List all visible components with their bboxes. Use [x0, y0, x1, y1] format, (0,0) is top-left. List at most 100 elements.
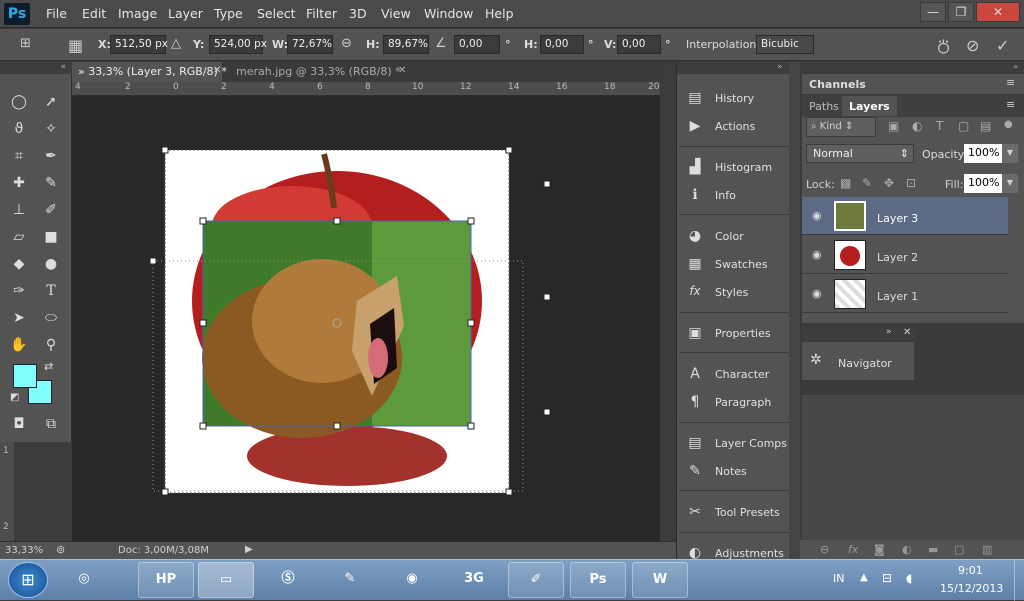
- menu-select[interactable]: Select: [257, 6, 296, 21]
- visibility-eye-icon[interactable]: ◉: [812, 287, 822, 300]
- menu-window[interactable]: Window: [424, 6, 473, 21]
- lock-position-icon[interactable]: ✥: [884, 176, 894, 190]
- pen-tool-icon[interactable]: ✑: [8, 281, 30, 301]
- dock-collapse-icon[interactable]: »: [677, 62, 801, 74]
- taskbar-firefox-icon[interactable]: ◉: [384, 562, 440, 598]
- link-layers-icon[interactable]: ⊖: [820, 543, 829, 556]
- vskew-field[interactable]: 0,00: [617, 35, 661, 54]
- clone-stamp-icon[interactable]: ⊥: [8, 200, 30, 220]
- hand-tool-icon[interactable]: ✋: [8, 335, 30, 355]
- blur-tool-icon[interactable]: ◆: [8, 254, 30, 274]
- visibility-eye-icon[interactable]: ◉: [812, 248, 822, 261]
- layer-name[interactable]: Layer 1: [877, 290, 918, 303]
- dock-notes[interactable]: ✎ Notes: [685, 461, 797, 483]
- filter-type-icon[interactable]: T: [936, 119, 943, 133]
- marquee-tool-icon[interactable]: ◯: [8, 92, 30, 112]
- canvas-area[interactable]: [72, 96, 660, 541]
- taskbar-3g-icon[interactable]: 3G: [446, 562, 502, 598]
- dock-swatches[interactable]: ▦ Swatches: [685, 254, 797, 276]
- menu-filter[interactable]: Filter: [306, 6, 337, 21]
- menu-help[interactable]: Help: [485, 6, 514, 21]
- volume-icon[interactable]: ◖: [906, 571, 912, 585]
- menu-file[interactable]: File: [46, 6, 67, 21]
- link-icon[interactable]: ⊖: [341, 36, 352, 51]
- zoom-level[interactable]: 33,33%: [5, 545, 43, 556]
- menu-edit[interactable]: Edit: [82, 6, 106, 21]
- tab-layers[interactable]: Layers: [842, 96, 897, 116]
- tab-paths[interactable]: Paths: [802, 96, 846, 116]
- history-brush-icon[interactable]: ✐: [40, 200, 62, 220]
- layer-row-layer2[interactable]: ◉ Layer 2: [802, 236, 1008, 274]
- new-layer-icon[interactable]: ▢: [954, 543, 964, 556]
- layer-name[interactable]: Layer 2: [877, 251, 918, 264]
- tab-layer3-document[interactable]: » 33,3% (Layer 3, RGB/8) *: [72, 62, 227, 82]
- dock-layer-comps[interactable]: ▤ Layer Comps: [685, 433, 797, 455]
- clock-time[interactable]: 9:01: [958, 564, 983, 577]
- dock-actions[interactable]: ▶ Actions: [685, 116, 797, 138]
- tab-close-icon[interactable]: ✕: [213, 65, 221, 76]
- new-group-icon[interactable]: ▬: [928, 543, 938, 556]
- navigator-panel[interactable]: ✲ Navigator: [802, 342, 914, 380]
- dock-properties[interactable]: ▣ Properties: [685, 323, 797, 345]
- dock-character[interactable]: A Character: [685, 364, 797, 386]
- ellipse-tool-icon[interactable]: ⬭: [40, 308, 62, 328]
- document-canvas[interactable]: [72, 96, 660, 541]
- taskbar-skype-icon[interactable]: Ⓢ: [260, 562, 316, 598]
- lasso-tool-icon[interactable]: ϑ: [8, 119, 30, 139]
- delta-icon[interactable]: △: [171, 36, 181, 51]
- foreground-color-swatch[interactable]: [13, 364, 37, 388]
- dock-color[interactable]: ◕ Color: [685, 226, 797, 248]
- network-icon[interactable]: ⊟: [882, 571, 892, 585]
- kind-filter-select[interactable]: ⌕ Kind ⇕: [806, 117, 876, 137]
- fill-dropdown-icon[interactable]: ▼: [1002, 174, 1018, 193]
- commit-transform-icon[interactable]: ✓: [996, 36, 1009, 55]
- dock-styles[interactable]: fx Styles: [685, 282, 797, 304]
- healing-brush-icon[interactable]: ✚: [8, 173, 30, 193]
- taskbar-paint-icon[interactable]: ✐: [508, 562, 564, 598]
- zoom-tool-icon[interactable]: ⚲: [40, 335, 62, 355]
- filter-toggle-icon[interactable]: ●: [1004, 119, 1013, 130]
- x-field[interactable]: 512,50 px: [110, 35, 168, 54]
- warp-icon[interactable]: ⛣: [936, 36, 951, 58]
- quick-mask-icon[interactable]: ◘: [8, 414, 30, 434]
- move-tool-icon[interactable]: ➚: [40, 92, 62, 112]
- magic-wand-icon[interactable]: ✧: [40, 119, 62, 139]
- dock-scrollbar[interactable]: [789, 62, 800, 559]
- menu-type[interactable]: Type: [214, 6, 243, 21]
- taskbar-edit-icon[interactable]: ✎: [322, 562, 378, 598]
- clock-date[interactable]: 15/12/2013: [940, 582, 1003, 595]
- taskbar-photoshop-icon[interactable]: Ps: [570, 562, 626, 598]
- taskbar-app-icon[interactable]: ◎: [56, 562, 112, 598]
- minimize-button[interactable]: —: [920, 2, 946, 22]
- opacity-field[interactable]: 100%: [964, 144, 1002, 163]
- dock-paragraph[interactable]: ¶ Paragraph: [685, 392, 797, 414]
- layer-style-icon[interactable]: fx: [848, 543, 858, 556]
- tray-expand-icon[interactable]: ▲: [860, 572, 868, 583]
- status-icon[interactable]: ⊚: [56, 543, 65, 556]
- taskbar-files-icon[interactable]: ▭: [198, 562, 254, 598]
- lock-all-icon[interactable]: ⊡: [906, 176, 916, 190]
- tab-close-icon[interactable]: ✕: [398, 65, 406, 76]
- swap-colors-icon[interactable]: ⇄: [44, 360, 53, 373]
- w-field[interactable]: 72,67%: [287, 35, 333, 54]
- reference-point-icon[interactable]: ▦: [68, 36, 83, 55]
- type-tool-icon[interactable]: T: [40, 281, 62, 301]
- adjustment-layer-icon[interactable]: ◐: [902, 543, 912, 556]
- filter-adjustment-icon[interactable]: ◐: [912, 119, 922, 133]
- gradient-tool-icon[interactable]: ■: [40, 227, 62, 247]
- blend-mode-select[interactable]: Normal ⇕: [806, 144, 914, 163]
- language-indicator[interactable]: IN: [833, 572, 844, 585]
- add-mask-icon[interactable]: ◙: [874, 543, 885, 556]
- tab-merah-document[interactable]: merah.jpg @ 33,3% (RGB/8) *: [230, 62, 410, 82]
- lock-transparent-icon[interactable]: ▩: [840, 176, 851, 190]
- navigator-collapse-icon[interactable]: »: [886, 327, 892, 337]
- screen-mode-icon[interactable]: ⧉: [40, 414, 62, 434]
- status-menu-icon[interactable]: ▶: [245, 544, 253, 555]
- crop-tool-icon[interactable]: ⌗: [8, 146, 30, 166]
- restore-button[interactable]: ❐: [948, 2, 974, 22]
- menu-image[interactable]: Image: [118, 6, 157, 21]
- filter-shape-icon[interactable]: ▢: [958, 119, 969, 133]
- brush-tool-icon[interactable]: ✎: [40, 173, 62, 193]
- default-colors-icon[interactable]: ◩: [10, 392, 19, 403]
- layer-name[interactable]: Layer 3: [877, 212, 918, 225]
